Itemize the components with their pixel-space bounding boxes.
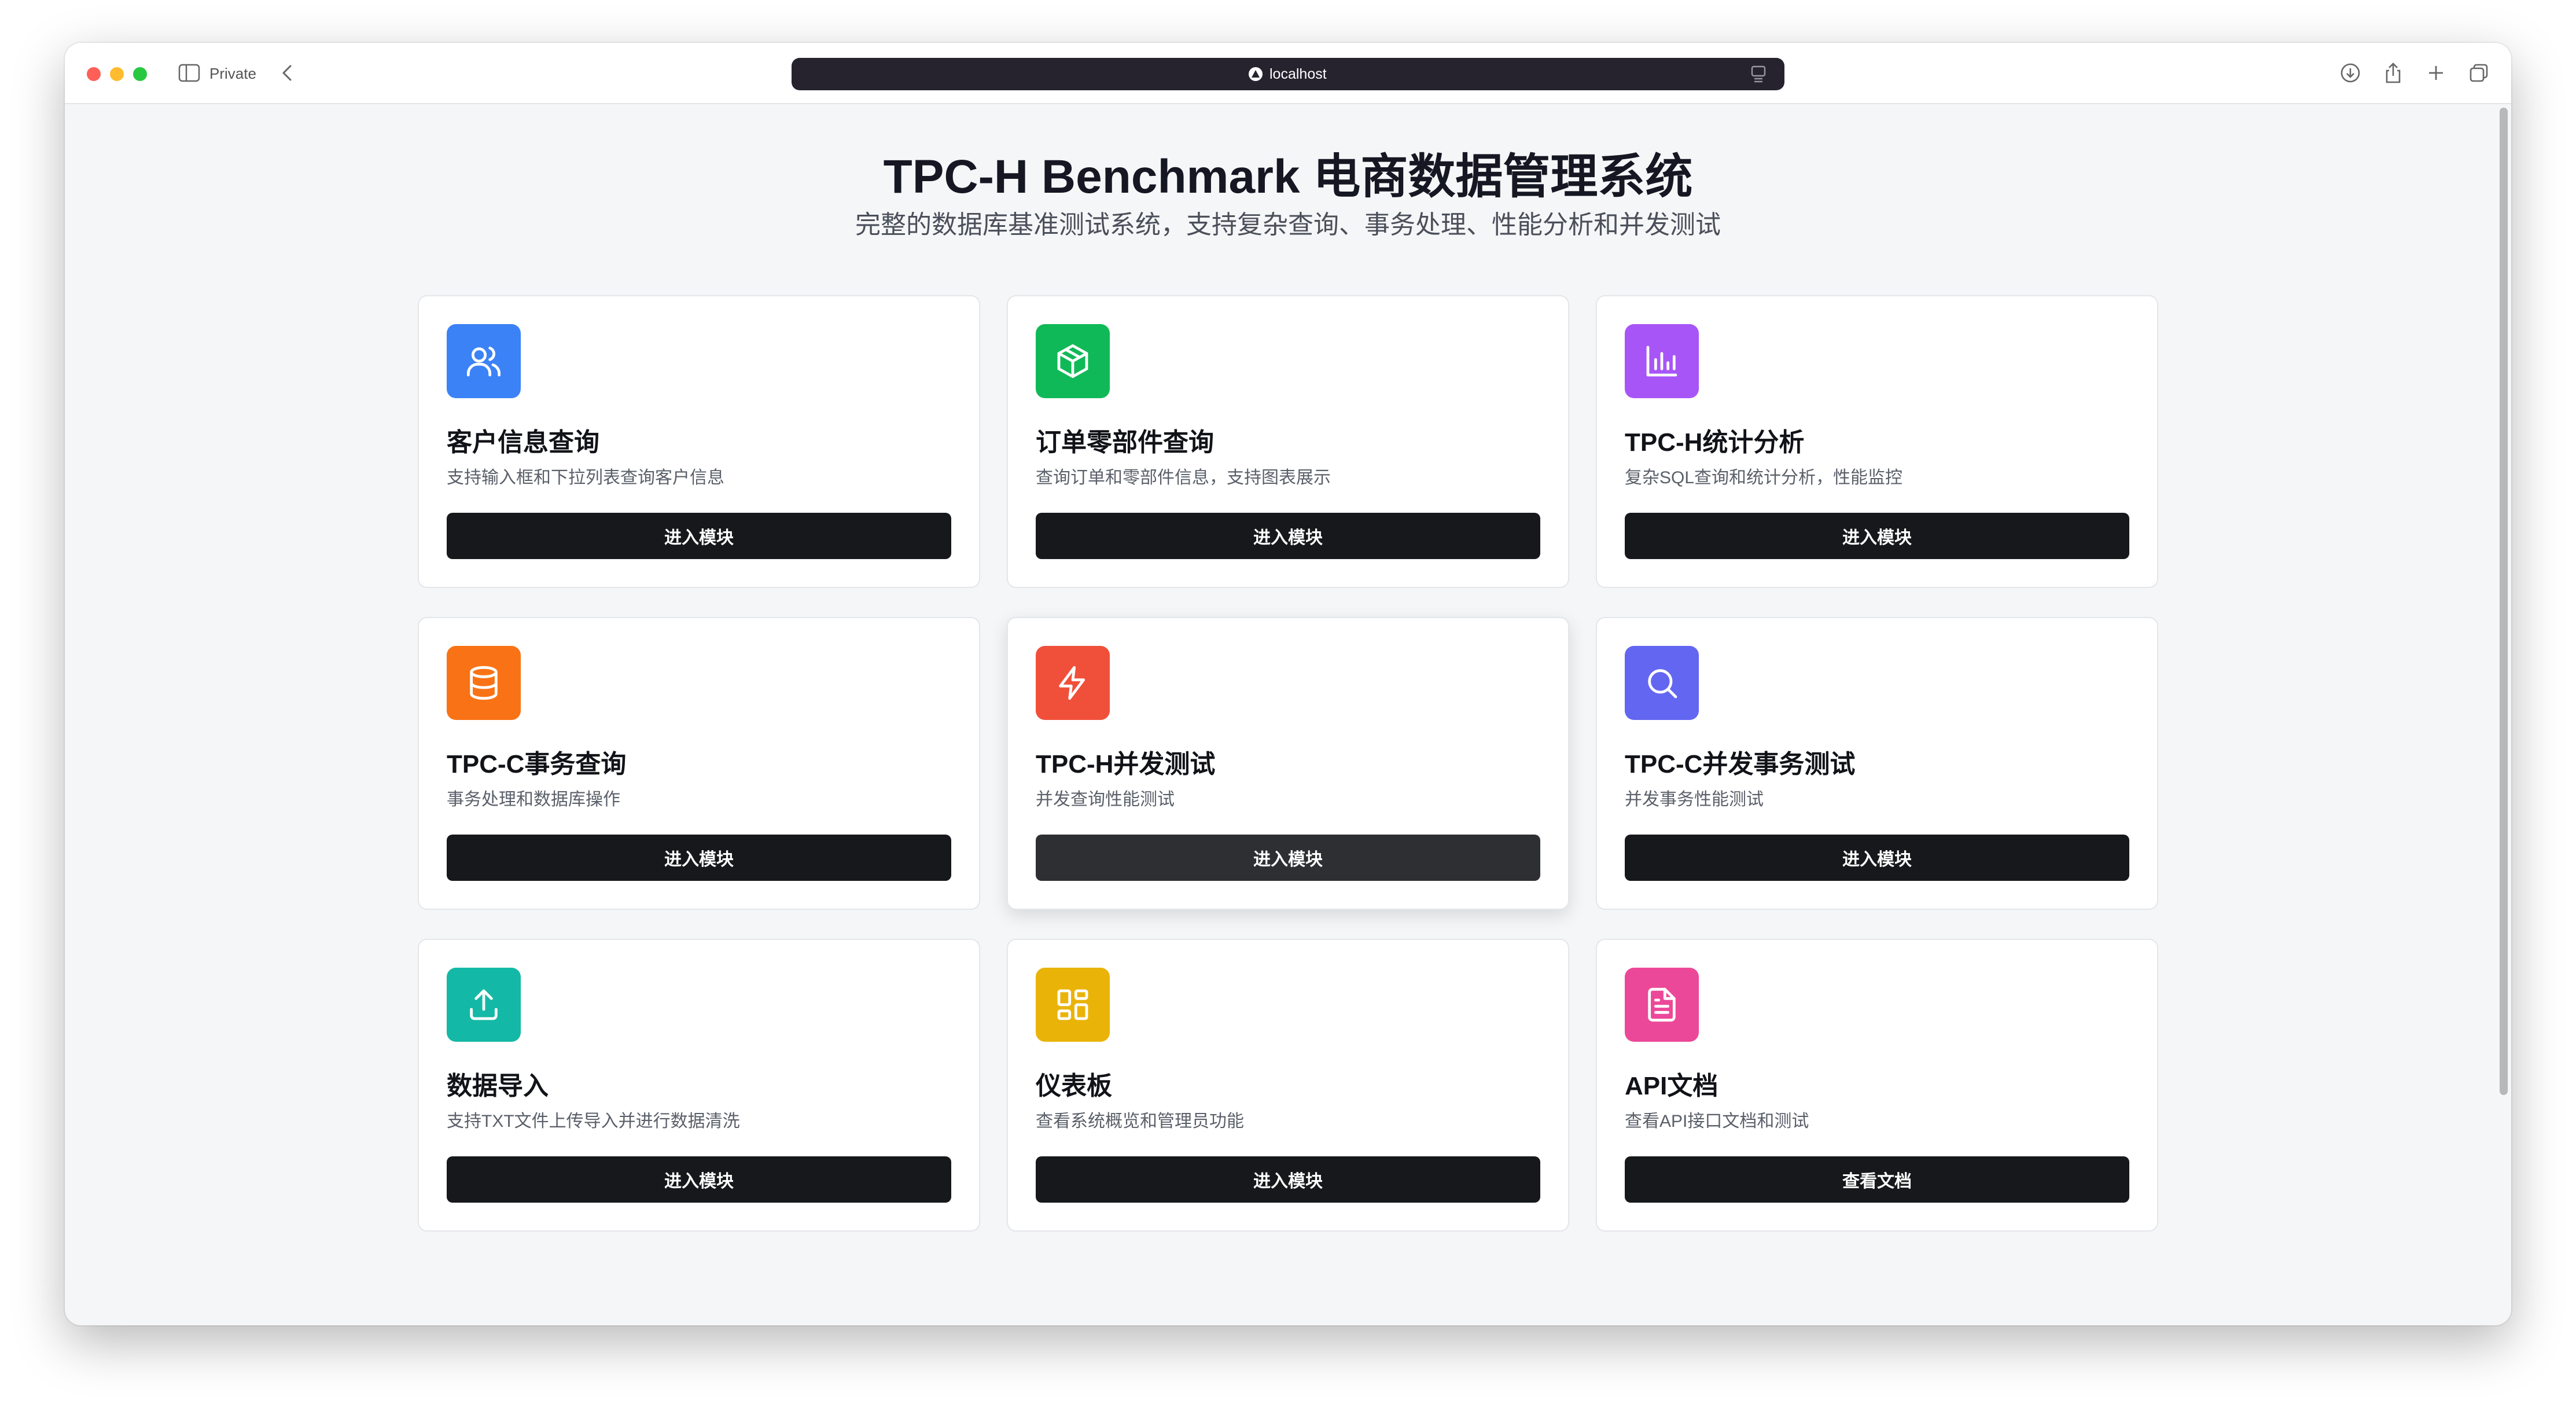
zoom-window-button[interactable]: [133, 67, 147, 81]
card-title: TPC-H统计分析: [1625, 428, 1805, 457]
card-tpcc-transaction: TPC-C事务查询 事务处理和数据库操作 进入模块: [418, 617, 980, 910]
card-tpch-analytics: TPC-H统计分析 复杂SQL查询和统计分析，性能监控 进入模块: [1596, 295, 2158, 588]
site-icon: [1249, 67, 1263, 81]
address-bar[interactable]: localhost: [792, 58, 1784, 90]
enter-module-button[interactable]: 进入模块: [447, 835, 951, 881]
reader-mode-icon[interactable]: [1750, 65, 1767, 83]
card-order-parts-query: 订单零部件查询 查询订单和零部件信息，支持图表展示 进入模块: [1007, 295, 1569, 588]
card-description: 查看系统概览和管理员功能: [1036, 1112, 1244, 1131]
card-description: 并发事务性能测试: [1625, 790, 1764, 809]
enter-module-button[interactable]: 进入模块: [1036, 1156, 1540, 1203]
search-icon: [1625, 646, 1699, 720]
card-description: 支持TXT文件上传导入并进行数据清洗: [447, 1112, 740, 1131]
card-description: 支持输入框和下拉列表查询客户信息: [447, 468, 724, 487]
enter-module-button[interactable]: 进入模块: [1036, 835, 1540, 881]
minimize-window-button[interactable]: [110, 67, 124, 81]
card-description: 查看API接口文档和测试: [1625, 1112, 1809, 1131]
database-icon: [447, 646, 521, 720]
card-api-docs: API文档 查看API接口文档和测试 查看文档: [1596, 939, 2158, 1232]
card-title: TPC-C事务查询: [447, 750, 627, 778]
card-title: TPC-H并发测试: [1036, 750, 1216, 778]
bar-chart-icon: [1625, 324, 1699, 398]
document-icon: [1625, 968, 1699, 1042]
page-content: TPC-H Benchmark 电商数据管理系统 完整的数据库基准测试系统，支持…: [65, 104, 2511, 1325]
card-description: 并发查询性能测试: [1036, 790, 1175, 809]
private-label: Private: [209, 65, 256, 82]
card-title: 仪表板: [1036, 1072, 1112, 1100]
card-description: 复杂SQL查询和统计分析，性能监控: [1625, 468, 1903, 487]
card-title: TPC-C并发事务测试: [1625, 750, 1856, 778]
card-title: 客户信息查询: [447, 428, 599, 457]
enter-module-button[interactable]: 进入模块: [1625, 835, 2129, 881]
browser-window: Private localhost TPC-H Benchmark 电商数据管理…: [65, 43, 2511, 1325]
url-text: localhost: [1269, 66, 1327, 82]
card-description: 查询订单和零部件信息，支持图表展示: [1036, 468, 1331, 487]
tab-overview-icon[interactable]: [2467, 61, 2490, 84]
card-data-import: 数据导入 支持TXT文件上传导入并进行数据清洗 进入模块: [418, 939, 980, 1232]
enter-module-button[interactable]: 进入模块: [447, 513, 951, 559]
page-subtitle: 完整的数据库基准测试系统，支持复杂查询、事务处理、性能分析和并发测试: [855, 211, 1721, 239]
upload-icon: [447, 968, 521, 1042]
browser-toolbar: Private localhost: [65, 43, 2511, 104]
card-tpcc-concurrency: TPC-C并发事务测试 并发事务性能测试 进入模块: [1596, 617, 2158, 910]
download-icon[interactable]: [2339, 61, 2362, 84]
dashboard-icon: [1036, 968, 1110, 1042]
back-arrow-icon[interactable]: [279, 63, 296, 83]
package-icon: [1036, 324, 1110, 398]
users-icon: [447, 324, 521, 398]
view-docs-button[interactable]: 查看文档: [1625, 1156, 2129, 1203]
card-title: 数据导入: [447, 1072, 549, 1100]
card-title: API文档: [1625, 1072, 1718, 1100]
sidebar-toggle-icon[interactable]: [178, 64, 200, 82]
page-title: TPC-H Benchmark 电商数据管理系统: [883, 150, 1693, 203]
card-tpch-concurrency: TPC-H并发测试 并发查询性能测试 进入模块: [1007, 617, 1569, 910]
scrollbar[interactable]: [2500, 108, 2508, 1095]
card-customer-query: 客户信息查询 支持输入框和下拉列表查询客户信息 进入模块: [418, 295, 980, 588]
lightning-icon: [1036, 646, 1110, 720]
close-window-button[interactable]: [87, 67, 101, 81]
enter-module-button[interactable]: 进入模块: [1625, 513, 2129, 559]
new-tab-icon[interactable]: [2424, 61, 2448, 84]
share-icon[interactable]: [2382, 61, 2405, 84]
card-dashboard: 仪表板 查看系统概览和管理员功能 进入模块: [1007, 939, 1569, 1232]
card-description: 事务处理和数据库操作: [447, 790, 620, 809]
enter-module-button[interactable]: 进入模块: [1036, 513, 1540, 559]
card-title: 订单零部件查询: [1036, 428, 1214, 457]
enter-module-button[interactable]: 进入模块: [447, 1156, 951, 1203]
